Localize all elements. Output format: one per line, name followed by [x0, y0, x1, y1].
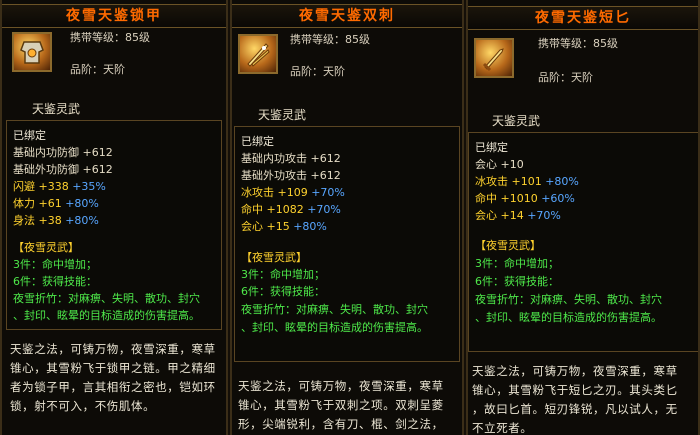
lore-text: 天鉴之法，可铸万物，夜雪深重，寒草 锥心，其雪粉飞于锁甲之链。甲之精细 者为锁子… — [10, 340, 224, 416]
item-grade: 品阶：天阶 — [538, 71, 593, 84]
set-bonus-3: 3件：命中增加； — [241, 268, 325, 281]
set-name: 【夜雪灵武】 — [475, 239, 541, 252]
set-bonus-3: 3件：命中增加； — [13, 258, 97, 271]
set-bonus-6: 6件：获得技能： — [241, 285, 325, 298]
stat-row: 会心 +14 +70% — [475, 209, 561, 222]
stat-row: 冰攻击 +101 +80% — [475, 175, 579, 188]
armor-icon — [12, 32, 52, 72]
item-title: 夜雪天鉴短匕 — [468, 6, 698, 30]
stat-row: 闪避 +338 +35% — [13, 180, 106, 193]
dagger-icon — [474, 38, 514, 78]
set-name: 【夜雪灵武】 — [241, 251, 307, 264]
stats-box: 已绑定 基础内功攻击 +612 基础外功攻击 +612 冰攻击 +109 +70… — [234, 126, 460, 362]
item-tooltip-dagger: 夜雪天鉴短匕 携带等级：85级 品阶：天阶 天鉴灵武 已绑定 会心 +10 冰攻… — [466, 0, 700, 435]
stat-row: 基础内功防御 +612 — [13, 146, 113, 159]
lore-line: 锁，射不可入，不伤肌体。 — [10, 399, 156, 413]
set-skill-desc: 、封印、眩晕的目标造成的伤害提高。 — [475, 311, 662, 324]
item-title: 夜雪天鉴锁甲 — [2, 4, 226, 28]
item-grade: 品阶：天阶 — [70, 63, 125, 76]
lore-text: 天鉴之法，可铸万物，夜雪深重，寒草 锥心，其雪粉飞于短匕之刃。其头类匕 ，故曰匕… — [472, 362, 698, 435]
stat-row: 会心 +15 +80% — [241, 220, 327, 233]
stat-row: 基础内功攻击 +612 — [241, 152, 341, 165]
section-label: 天鉴灵武 — [492, 114, 541, 128]
section-label: 天鉴灵武 — [32, 102, 81, 116]
lore-line: 锥心，其雪粉飞于短匕之刃。其头类匕 — [472, 383, 678, 397]
lore-line: 天鉴之法，可铸万物，夜雪深重，寒草 — [238, 379, 444, 393]
set-skill-desc: 夜雪折竹：对麻痹、失明、散功、封穴 — [475, 293, 662, 306]
stat-row: 基础外功防御 +612 — [13, 163, 113, 176]
lore-line: 天鉴之法，可铸万物，夜雪深重，寒草 — [472, 364, 678, 378]
stats-box: 已绑定 会心 +10 冰攻击 +101 +80% 命中 +1010 +60% 会… — [468, 132, 698, 352]
stat-row: 命中 +1010 +60% — [475, 192, 575, 205]
lore-text: 天鉴之法，可铸万物，夜雪深重，寒草 锥心，其雪粉飞于双刺之项。双刺呈菱 形，尖端… — [238, 377, 460, 434]
item-title: 夜雪天鉴双刺 — [232, 4, 462, 28]
carry-level: 携带等级：85级 — [538, 37, 618, 50]
set-bonus-3: 3件：命中增加； — [475, 257, 559, 270]
carry-level: 携带等级：85级 — [290, 33, 370, 46]
set-skill-desc: 夜雪折竹：对麻痹、失明、散功、封穴 — [13, 292, 200, 305]
set-name: 【夜雪灵武】 — [13, 241, 79, 254]
lore-line: 形，尖端锐利，含有刀、棍、剑之法， — [238, 417, 444, 431]
item-grade: 品阶：天阶 — [290, 65, 345, 78]
set-bonus-6: 6件：获得技能： — [13, 275, 97, 288]
set-skill-desc: 、封印、眩晕的目标造成的伤害提高。 — [13, 309, 200, 322]
section-label: 天鉴灵武 — [258, 108, 307, 122]
twin-daggers-icon — [238, 34, 278, 74]
stat-row: 身法 +38 +80% — [13, 214, 99, 227]
lore-line: 者为锁子甲，言其相衔之密也，铠如环 — [10, 380, 216, 394]
stat-row: 冰攻击 +109 +70% — [241, 186, 345, 199]
item-tooltip-twin-daggers: 夜雪天鉴双刺 携带等级：85级 品阶：天阶 天鉴灵武 已绑定 基础内功攻击 +6… — [230, 0, 464, 435]
bound-status: 已绑定 — [475, 141, 508, 154]
set-skill-desc: 夜雪折竹：对麻痹、失明、散功、封穴 — [241, 303, 428, 316]
stats-box: 已绑定 基础内功防御 +612 基础外功防御 +612 闪避 +338 +35%… — [6, 120, 222, 330]
set-bonus-6: 6件：获得技能： — [475, 275, 559, 288]
stat-row: 基础外功攻击 +612 — [241, 169, 341, 182]
stat-row: 体力 +61 +80% — [13, 197, 99, 210]
set-skill-desc: 、封印、眩晕的目标造成的伤害提高。 — [241, 321, 428, 334]
item-tooltip-armor: 夜雪天鉴锁甲 携带等级：85级 品阶：天阶 天鉴灵武 已绑定 基础内功防御 +6… — [0, 0, 228, 435]
carry-level: 携带等级：85级 — [70, 31, 150, 44]
lore-line: ，故曰匕首。短刃锋锐，凡以试人，无 — [472, 402, 678, 416]
stat-row: 会心 +10 — [475, 158, 524, 171]
lore-line: 天鉴之法，可铸万物，夜雪深重，寒草 — [10, 342, 216, 356]
lore-line: 不立死者。 — [472, 421, 533, 435]
bound-status: 已绑定 — [13, 129, 46, 142]
lore-line: 锥心，其雪粉飞于双刺之项。双刺呈菱 — [238, 398, 444, 412]
stat-row: 命中 +1082 +70% — [241, 203, 341, 216]
bound-status: 已绑定 — [241, 135, 274, 148]
lore-line: 锥心，其雪粉飞于锁甲之链。甲之精细 — [10, 361, 216, 375]
